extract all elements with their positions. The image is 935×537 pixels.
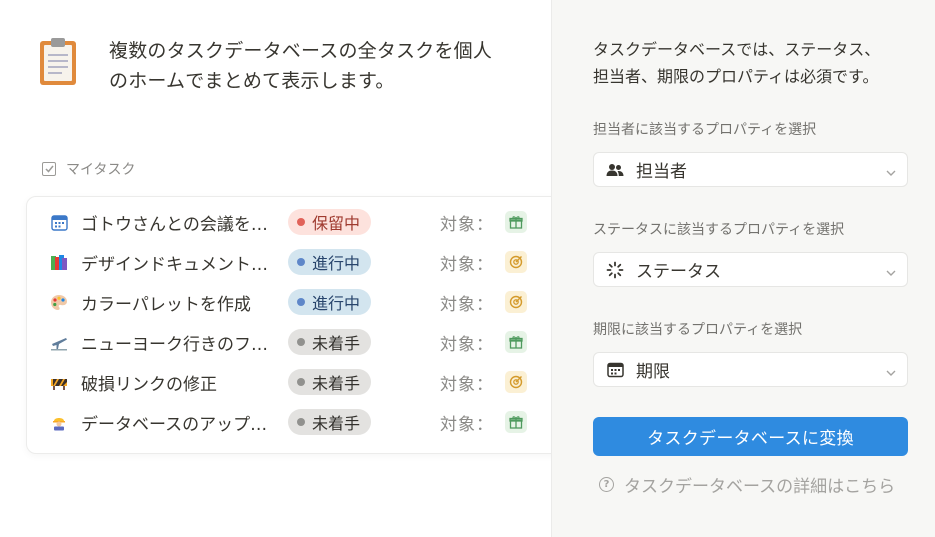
help-link-text: タスクデータベースの詳細はこちら bbox=[624, 477, 896, 497]
status-text: 進行中 bbox=[312, 254, 361, 273]
assignee-property-value: 担当者 bbox=[636, 162, 687, 182]
status-property-select[interactable]: ステータス bbox=[593, 252, 908, 287]
target-label: 対象： bbox=[440, 254, 494, 275]
people-icon bbox=[606, 161, 624, 179]
task-row[interactable]: デザインドキュメント… 進行中 対象： bbox=[27, 242, 557, 282]
settings-panel: タスクデータベースでは、ステータス、 担当者、期限のプロパティは必須です。 担当… bbox=[551, 0, 935, 537]
convert-to-task-database-button[interactable]: タスクデータベースに変換 bbox=[593, 417, 908, 456]
status-dot bbox=[297, 418, 305, 426]
target-label: 対象： bbox=[440, 294, 494, 315]
target-icon[interactable] bbox=[505, 371, 527, 393]
due-property-label: 期限に該当するプロパティを選択 bbox=[593, 322, 803, 338]
status-text: 進行中 bbox=[312, 294, 361, 313]
task-database-help-link[interactable]: ? タスクデータベースの詳細はこちら bbox=[599, 472, 895, 497]
due-property-value: 期限 bbox=[636, 362, 670, 382]
panel-description: タスクデータベースでは、ステータス、 担当者、期限のプロパティは必須です。 bbox=[593, 36, 923, 90]
panel-description-line-1: タスクデータベースでは、ステータス、 bbox=[593, 40, 881, 59]
checkbox-icon bbox=[42, 162, 56, 176]
gift-icon[interactable] bbox=[505, 411, 527, 433]
calendar-icon bbox=[606, 361, 624, 379]
status-text: 未着手 bbox=[312, 334, 361, 353]
target-label: 対象： bbox=[440, 374, 494, 395]
intro-line-1: 複数のタスクデータベースの全タスクを個人 bbox=[109, 40, 493, 62]
gift-icon[interactable] bbox=[505, 331, 527, 353]
intro-description: 複数のタスクデータベースの全タスクを個人 のホームでまとめて表示します。 bbox=[109, 36, 492, 96]
intro-line-2: のホームでまとめて表示します。 bbox=[109, 70, 395, 92]
status-badge: 進行中 bbox=[288, 289, 372, 315]
chevron-down-icon bbox=[885, 264, 897, 283]
status-dot bbox=[297, 258, 305, 266]
assignee-property-label: 担当者に該当するプロパティを選択 bbox=[593, 122, 817, 138]
status-badge: 未着手 bbox=[288, 369, 372, 395]
status-text: 保留中 bbox=[312, 214, 361, 233]
clipboard-icon bbox=[38, 36, 82, 88]
status-text: 未着手 bbox=[312, 414, 361, 433]
chevron-down-icon bbox=[885, 164, 897, 183]
target-label: 対象： bbox=[440, 414, 494, 435]
status-dot bbox=[297, 298, 305, 306]
task-title: デザインドキュメント… bbox=[81, 254, 268, 275]
task-row[interactable]: カラーパレットを作成 進行中 対象： bbox=[27, 282, 557, 322]
panel-description-line-2: 担当者、期限のプロパティは必須です。 bbox=[593, 67, 879, 86]
status-text: 未着手 bbox=[312, 374, 361, 393]
barrier-icon bbox=[49, 372, 69, 392]
loading-icon bbox=[606, 261, 624, 279]
assignee-property-select[interactable]: 担当者 bbox=[593, 152, 908, 187]
task-title: ゴトウさんとの会議を… bbox=[81, 214, 268, 235]
target-label: 対象： bbox=[440, 334, 494, 355]
worker-icon bbox=[49, 412, 69, 432]
task-row[interactable]: ゴトウさんとの会議を… 保留中 対象： bbox=[27, 202, 557, 242]
status-badge: 未着手 bbox=[288, 329, 372, 355]
task-row[interactable]: 破損リンクの修正 未着手 対象： bbox=[27, 362, 557, 402]
due-property-select[interactable]: 期限 bbox=[593, 352, 908, 387]
task-row[interactable]: ニューヨーク行きのフ… 未着手 対象： bbox=[27, 322, 557, 362]
chevron-down-icon bbox=[885, 364, 897, 383]
airplane-icon bbox=[49, 332, 69, 352]
status-badge: 進行中 bbox=[288, 249, 372, 275]
status-dot bbox=[297, 338, 305, 346]
target-label: 対象： bbox=[440, 214, 494, 235]
task-list-card: ゴトウさんとの会議を… 保留中 対象： デザインドキュメント… 進行中 対象： bbox=[26, 196, 586, 454]
target-icon[interactable] bbox=[505, 291, 527, 313]
calendar-icon bbox=[49, 212, 69, 232]
help-icon: ? bbox=[599, 477, 614, 492]
my-tasks-title: マイタスク bbox=[66, 162, 136, 178]
task-title: データベースのアップ… bbox=[81, 414, 268, 435]
my-tasks-header: マイタスク bbox=[42, 159, 135, 179]
status-badge: 未着手 bbox=[288, 409, 372, 435]
task-title: 破損リンクの修正 bbox=[81, 374, 217, 395]
status-dot bbox=[297, 218, 305, 226]
status-dot bbox=[297, 378, 305, 386]
task-row[interactable]: データベースのアップ… 未着手 対象： bbox=[27, 402, 557, 442]
palette-icon bbox=[49, 292, 69, 312]
status-badge: 保留中 bbox=[288, 209, 372, 235]
target-icon[interactable] bbox=[505, 251, 527, 273]
books-icon bbox=[49, 252, 69, 272]
gift-icon[interactable] bbox=[505, 211, 527, 233]
intro: 複数のタスクデータベースの全タスクを個人 のホームでまとめて表示します。 bbox=[38, 36, 538, 96]
task-title: ニューヨーク行きのフ… bbox=[81, 334, 268, 355]
left-pane: 複数のタスクデータベースの全タスクを個人 のホームでまとめて表示します。 マイタ… bbox=[0, 0, 586, 537]
task-title: カラーパレットを作成 bbox=[81, 294, 251, 315]
status-property-value: ステータス bbox=[636, 262, 721, 282]
status-property-label: ステータスに該当するプロパティを選択 bbox=[593, 222, 845, 238]
